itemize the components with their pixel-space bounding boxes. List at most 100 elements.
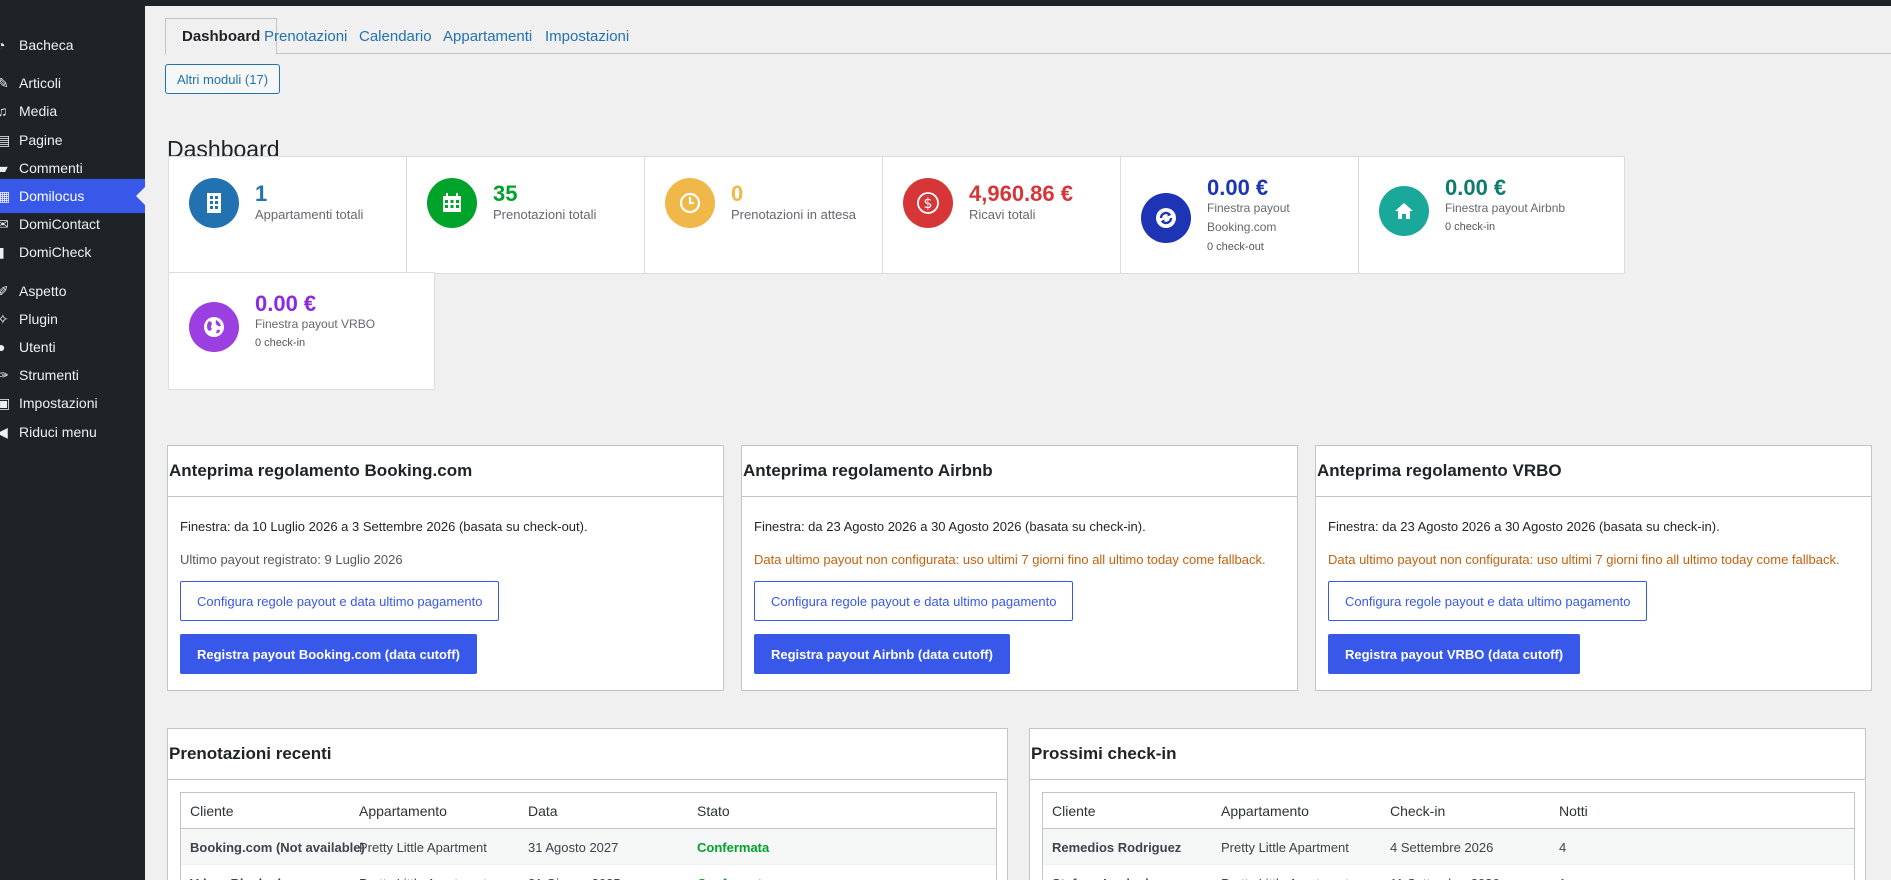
- table-header-row: Cliente Appartamento Data Stato: [181, 793, 996, 829]
- register-payout-button[interactable]: Registra payout Airbnb (data cutoff): [754, 634, 1010, 674]
- sidebar-item-label: Plugin: [19, 311, 58, 327]
- sidebar-item-label: Domilocus: [19, 188, 85, 204]
- configure-payout-rules-button[interactable]: Configura regole payout e data ultimo pa…: [180, 581, 500, 621]
- stat-card: 1 Appartamenti totali: [168, 156, 435, 274]
- column-header-check-in: Check-in: [1390, 803, 1446, 819]
- document-icon: ▮: [0, 243, 5, 260]
- collapse-icon: ◀: [0, 423, 8, 440]
- stat-subtext: 0 check-out: [1207, 241, 1264, 253]
- stat-value: 4,960.86 €: [969, 181, 1073, 206]
- building-icon: [189, 178, 239, 228]
- column-header-cliente: Cliente: [1052, 803, 1096, 819]
- globe-icon: [189, 302, 239, 352]
- upcoming-checkins-title: Prossimi check-in: [1030, 729, 1865, 780]
- sidebar-item-label: Impostazioni: [19, 395, 98, 411]
- policy-preview-vrbo: Anteprima regolamento VRBO Finestra: da 2…: [1315, 445, 1872, 691]
- table-cell: 11 Settembre 2026: [1390, 865, 1500, 880]
- policy-title-text: Anteprima regolamento Booking.com: [169, 461, 473, 480]
- policy-warning-text: Data ultimo payout non configurata: uso …: [1328, 552, 1840, 567]
- module-tabs: Dashboard Prenotazioni Calendario Appartame…: [165, 18, 1891, 55]
- stat-card: 0.00 € Finestra payout Airbnb 0 check-in: [1358, 156, 1625, 274]
- policy-preview-airbnb: Anteprima regolamento Airbnb Finestra: da…: [741, 445, 1298, 691]
- sidebar-item-riduci-menu[interactable]: ◀ Riduci menu: [0, 415, 145, 449]
- table-cell: Confermata: [697, 839, 770, 855]
- policy-title: Anteprima regolamento Booking.com: [168, 446, 723, 497]
- table-cell: 4 Settembre 2026: [1390, 839, 1494, 855]
- main-content: Dashboard Prenotazioni Calendario Appartame…: [145, 6, 1891, 880]
- table-cell: Stefano Luciani: [1052, 865, 1149, 880]
- stat-label: Finestra payout Airbnb: [1445, 201, 1566, 215]
- upcoming-checkins-table: Cliente Appartamento Check-in Notti Remedios…: [1042, 792, 1855, 880]
- policy-last-payout-text: Ultimo payout registrato: 9 Luglio 2026: [180, 552, 403, 567]
- table-cell: Pretty Little Apartment: [1221, 865, 1349, 880]
- admin-sidebar: ◔ Bacheca ✎ Articoli ♫ Media ▤ Pagine ▰ Commenti ▦…: [0, 6, 145, 880]
- table-header-row: Cliente Appartamento Check-in Notti: [1043, 793, 1854, 829]
- sidebar-item-domicheck[interactable]: ▮ DomiCheck: [0, 235, 145, 269]
- stat-card: 0 Prenotazioni in attesa: [644, 156, 911, 274]
- stat-card: 0.00 € Finestra payout VRBO 0 check-in: [168, 272, 435, 390]
- dashboard-icon: ◔: [0, 37, 6, 53]
- policy-preview-booking-com: Anteprima regolamento Booking.com Finestr…: [167, 445, 724, 691]
- column-header-appartamento: Appartamento: [359, 803, 447, 819]
- stat-label: Prenotazioni in attesa: [731, 207, 857, 222]
- stat-card: 35 Prenotazioni totali: [406, 156, 673, 274]
- stat-label: Ricavi totali: [969, 207, 1036, 222]
- table-cell: Pretty Little Apartment: [359, 839, 487, 855]
- configure-payout-rules-button[interactable]: Configura regole payout e data ultimo pa…: [1328, 581, 1648, 621]
- table-cell: 1: [1559, 865, 1566, 880]
- table-cell: Confermata: [697, 865, 769, 880]
- recent-bookings-title: Prenotazioni recenti: [168, 729, 1007, 780]
- recent-bookings-table: Cliente Appartamento Data Stato Booking.com …: [180, 792, 997, 880]
- sidebar-item-label: DomiCheck: [19, 244, 92, 260]
- configure-payout-rules-button[interactable]: Configura regole payout e data ultimo pa…: [754, 581, 1074, 621]
- table-row[interactable]: Booking.com (Not available) Pretty Little…: [181, 829, 996, 865]
- stat-label: Finestra payout Booking.com: [1207, 201, 1290, 234]
- column-header-notti: Notti: [1559, 803, 1588, 819]
- table-cell: Booking.com (Not available): [190, 839, 365, 855]
- home-icon: [1379, 186, 1429, 236]
- sidebar-item-label: Media: [19, 103, 58, 119]
- register-payout-button[interactable]: Registra payout Booking.com (data cutoff…: [180, 634, 477, 674]
- stat-card: $4,960.86 € Ricavi totali: [882, 156, 1149, 274]
- other-modules-button[interactable]: Altri moduli (17): [165, 64, 281, 94]
- table-row[interactable]: Vrbo - Blocked Pretty Little Apartment 21 …: [181, 865, 996, 880]
- calendar-icon: [427, 178, 477, 228]
- refresh-icon: [1141, 193, 1191, 243]
- sidebar-item-label: Riduci menu: [19, 424, 97, 440]
- sidebar-item-label: Strumenti: [19, 367, 79, 383]
- stat-value: 35: [493, 181, 518, 206]
- table-cell: Pretty Little Apartment: [359, 865, 487, 880]
- stat-label: Prenotazioni totali: [493, 207, 597, 222]
- column-header-cliente: Cliente: [190, 803, 234, 819]
- stat-value: 1: [255, 181, 268, 206]
- stat-card: 0.00 € Finestra payout Booking.com 0 check…: [1120, 156, 1387, 274]
- table-cell: Pretty Little Apartment: [1221, 839, 1349, 855]
- dollar-icon: $: [903, 178, 953, 228]
- policy-title-text: Anteprima regolamento Airbnb: [743, 461, 993, 480]
- stat-label: Appartamenti totali: [255, 207, 364, 222]
- sidebar-item-label: Utenti: [19, 339, 56, 355]
- sidebar-item-label: Commenti: [19, 160, 83, 176]
- register-payout-button[interactable]: Registra payout VRBO (data cutoff): [1328, 634, 1581, 674]
- table-cell: 21 Giugno 2025: [528, 865, 621, 880]
- policy-title: Anteprima regolamento Airbnb: [742, 446, 1297, 497]
- sidebar-item-label: Articoli: [19, 75, 62, 91]
- sidebar-item-label: Bacheca: [19, 37, 74, 53]
- policy-window-text: Finestra: da 23 Agosto 2026 a 30 Agosto …: [754, 519, 1146, 534]
- svg-text:$: $: [924, 196, 933, 212]
- table-cell: 31 Agosto 2027: [528, 839, 619, 855]
- stat-value: 0: [731, 181, 744, 206]
- policy-window-text: Finestra: da 10 Luglio 2026 a 3 Settembr…: [180, 519, 588, 534]
- policy-title: Anteprima regolamento VRBO: [1316, 446, 1871, 497]
- sidebar-item-bacheca[interactable]: ◔ Bacheca: [0, 28, 145, 62]
- stat-value: 0.00 €: [1207, 175, 1269, 200]
- stat-value: 0.00 €: [1445, 175, 1507, 200]
- policy-title-text: Anteprima regolamento VRBO: [1317, 461, 1562, 480]
- column-header-stato: Stato: [697, 803, 730, 819]
- tab-impostazioni[interactable]: Impostazioni: [529, 18, 645, 55]
- table-row[interactable]: Remedios Rodriguez Pretty Little Apartmen…: [1043, 829, 1854, 865]
- sidebar-item-label: Pagine: [19, 132, 63, 148]
- recent-bookings-panel: Prenotazioni recenti Cliente Appartamento…: [167, 728, 1008, 880]
- stat-label: Finestra payout VRBO: [255, 317, 376, 331]
- table-row[interactable]: Stefano LucianiPretty Little Apartment11…: [1043, 865, 1854, 880]
